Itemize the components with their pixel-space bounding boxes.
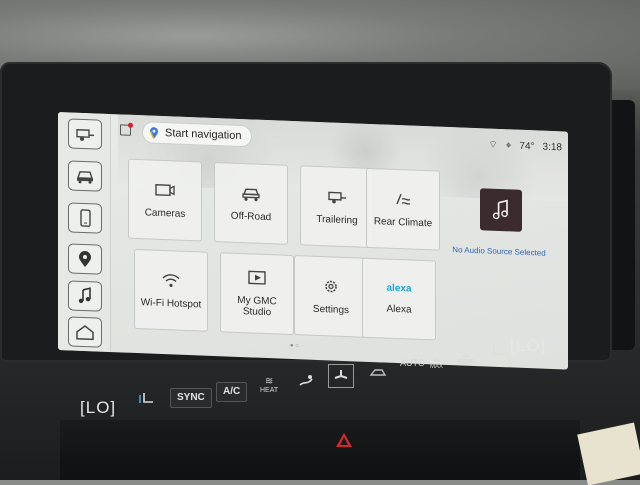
cameras-tile[interactable]: Cameras bbox=[128, 159, 202, 242]
right-temp-display[interactable]: [LO] bbox=[510, 336, 546, 356]
recirculation-icon bbox=[368, 365, 388, 381]
fan-button[interactable] bbox=[328, 364, 354, 388]
tile-label: Trailering bbox=[316, 213, 357, 226]
left-temp-display[interactable]: [LO] bbox=[80, 398, 116, 418]
heated-seat-icon bbox=[488, 343, 508, 359]
max-label: MAX bbox=[430, 364, 443, 370]
heated-seat-icon bbox=[138, 391, 158, 407]
rail-navigation-button[interactable] bbox=[68, 243, 102, 274]
alexa-tile[interactable]: alexa Alexa bbox=[362, 258, 436, 341]
off-road-tile[interactable]: Off-Road bbox=[214, 162, 288, 245]
album-art bbox=[480, 188, 522, 232]
start-navigation-label: Start navigation bbox=[165, 127, 241, 142]
defrost-icon: ⌓ bbox=[430, 354, 443, 364]
my-gmc-studio-tile[interactable]: My GMC Studio bbox=[220, 252, 294, 335]
tile-label: Off-Road bbox=[231, 210, 271, 223]
rail-home-button[interactable] bbox=[68, 316, 102, 347]
rear-defrost-icon: ⌓ bbox=[458, 350, 475, 360]
rear-climate-icon bbox=[392, 190, 414, 207]
gear-icon bbox=[320, 278, 342, 295]
play-icon bbox=[246, 269, 268, 286]
tile-label: Settings bbox=[313, 303, 349, 315]
left-temp-value: LO bbox=[86, 398, 111, 417]
music-note-icon bbox=[75, 287, 95, 306]
right-temp-value: LO bbox=[516, 336, 541, 355]
audio-widget[interactable]: No Audio Source Selected bbox=[434, 166, 564, 321]
page-indicator: ● ○ bbox=[290, 343, 299, 349]
trailering-tile[interactable]: Trailering bbox=[300, 165, 374, 248]
tile-label: Rear Climate bbox=[374, 216, 432, 229]
location-status-icon: ⌖ bbox=[506, 140, 512, 151]
outside-temp: 74° bbox=[519, 141, 534, 153]
passenger-seat-button[interactable] bbox=[486, 340, 510, 362]
window-sticker bbox=[577, 423, 640, 485]
tile-label: My GMC Studio bbox=[229, 295, 285, 319]
settings-tile[interactable]: Settings bbox=[294, 255, 368, 338]
heat-button[interactable]: ≋ HEAT bbox=[260, 376, 278, 394]
rail-vehicle-button[interactable] bbox=[68, 160, 102, 191]
heat-icon: ≋ bbox=[260, 376, 278, 387]
notification-icon[interactable] bbox=[120, 124, 131, 135]
defrost-mode-button[interactable] bbox=[294, 370, 318, 392]
airflow-mode-icon bbox=[296, 373, 316, 389]
offroad-truck-icon bbox=[240, 184, 262, 201]
home-icon bbox=[75, 323, 95, 342]
truck-icon bbox=[75, 167, 95, 186]
fan-icon bbox=[331, 368, 351, 384]
auto-button[interactable]: AUTO bbox=[400, 358, 425, 368]
rail-audio-button[interactable] bbox=[68, 280, 102, 311]
left-shortcut-rail bbox=[58, 112, 111, 352]
rear-defrost-button[interactable]: ⌓ REAR bbox=[458, 350, 475, 366]
tile-label: Alexa bbox=[386, 304, 411, 316]
lower-switch-panel bbox=[60, 420, 580, 480]
recirculation-button[interactable] bbox=[366, 362, 390, 384]
clock: 3:18 bbox=[543, 142, 562, 154]
hazard-icon[interactable] bbox=[335, 432, 353, 448]
infotainment-screen: Start navigation ⌔ ⌖ 74° 3:18 Cameras Of… bbox=[58, 112, 568, 370]
music-note-icon bbox=[489, 198, 513, 223]
sync-button[interactable]: SYNC bbox=[170, 388, 212, 408]
heated-seat-button[interactable] bbox=[136, 388, 160, 410]
wifi-hotspot-tile[interactable]: Wi-Fi Hotspot bbox=[134, 249, 208, 332]
start-navigation-button[interactable]: Start navigation bbox=[142, 121, 252, 147]
trailer-icon bbox=[326, 188, 348, 205]
google-maps-pin-icon bbox=[149, 126, 159, 138]
trailer-icon bbox=[75, 125, 95, 144]
tile-label: Wi-Fi Hotspot bbox=[141, 297, 202, 310]
audio-status: No Audio Source Selected bbox=[434, 244, 564, 258]
location-pin-icon bbox=[75, 250, 95, 269]
alexa-logo: alexa bbox=[386, 283, 411, 295]
status-indicators: ⌔ ⌖ 74° 3:18 bbox=[488, 139, 562, 155]
rear-label: REAR bbox=[458, 360, 475, 366]
rear-climate-tile[interactable]: Rear Climate bbox=[366, 168, 440, 251]
rail-trailer-button[interactable] bbox=[68, 118, 102, 149]
ac-button[interactable]: A/C bbox=[216, 382, 247, 402]
max-defrost-button[interactable]: ⌓ MAX bbox=[430, 354, 443, 370]
rail-phone-button[interactable] bbox=[68, 202, 102, 233]
tile-label: Cameras bbox=[145, 207, 186, 220]
heat-label: HEAT bbox=[260, 387, 278, 394]
phone-icon bbox=[75, 209, 95, 228]
camera-icon bbox=[154, 181, 176, 198]
wifi-status-icon: ⌔ bbox=[488, 139, 497, 152]
wifi-icon bbox=[160, 271, 182, 288]
